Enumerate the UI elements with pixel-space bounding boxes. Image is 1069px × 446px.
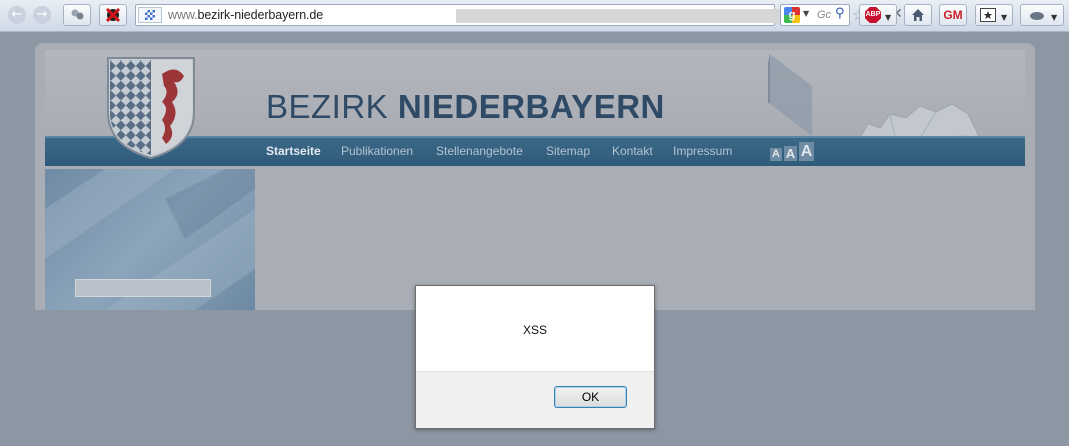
nav-item-impressum[interactable]: Impressum (673, 144, 732, 158)
google-icon[interactable]: g (784, 7, 800, 23)
sidebar-panel (45, 169, 255, 310)
url-bar[interactable]: www.bezirk-niederbayern.de ☆ ▼ ✕ (135, 4, 903, 26)
gear-icon (1030, 12, 1044, 20)
font-size-small-button[interactable]: A (770, 148, 782, 161)
coat-of-arms-logo (107, 57, 195, 160)
nav-item-sitemap[interactable]: Sitemap (546, 144, 590, 158)
sidebar-search-input[interactable] (75, 279, 211, 297)
greasemonkey-icon: GM (943, 8, 963, 22)
nav-item-stellenangebote[interactable]: Stellenangebote (436, 144, 523, 158)
nav-item-publikationen[interactable]: Publikationen (341, 144, 413, 158)
search-input[interactable]: Gc (817, 9, 831, 21)
search-engine-dropdown-icon[interactable]: ▼ (803, 9, 809, 18)
adblock-button[interactable]: ABP ▼ (859, 4, 897, 26)
noscript-button[interactable] (99, 4, 127, 26)
search-bar[interactable]: g ▼ Gc ⚲ (780, 4, 850, 26)
url-text[interactable]: www.bezirk-niederbayern.de (168, 8, 323, 22)
home-button[interactable] (904, 4, 932, 26)
alert-footer: OK (416, 371, 654, 428)
search-icon[interactable]: ⚲ (835, 6, 845, 21)
extension-button[interactable] (63, 4, 91, 26)
adblock-icon: ABP (865, 7, 881, 23)
bookmarks-button[interactable]: ▼ (975, 4, 1013, 26)
menu-button[interactable]: ▼ (1020, 4, 1064, 26)
font-size-large-button[interactable]: A (799, 142, 814, 161)
ok-button[interactable]: OK (554, 386, 627, 408)
font-size-switcher: A A A (770, 141, 815, 161)
bookmarks-icon (980, 8, 996, 22)
nav-item-kontakt[interactable]: Kontakt (612, 144, 653, 158)
alert-dialog: XSS OK (415, 285, 655, 429)
site-title: BEZIRK NIEDERBAYERN (266, 88, 665, 125)
chevron-down-icon: ▼ (1001, 13, 1008, 22)
back-icon[interactable]: ← (8, 6, 26, 24)
extension-icon (71, 9, 84, 20)
decorative-ribbon-icon (768, 54, 812, 136)
site-identity-icon[interactable] (138, 7, 162, 23)
greasemonkey-button[interactable]: GM (939, 4, 967, 26)
nav-item-startseite[interactable]: Startseite (266, 144, 321, 158)
chevron-down-icon: ▼ (1051, 13, 1058, 22)
font-size-medium-button[interactable]: A (784, 146, 797, 161)
home-icon (912, 9, 924, 21)
browser-toolbar: ← → www.bezirk-niederbayern.de ☆ ▼ ✕ g ▼… (0, 0, 1069, 32)
chevron-down-icon: ▼ (885, 13, 892, 22)
forward-icon[interactable]: → (33, 6, 51, 24)
alert-message: XSS (522, 323, 547, 337)
noscript-icon (105, 7, 121, 23)
